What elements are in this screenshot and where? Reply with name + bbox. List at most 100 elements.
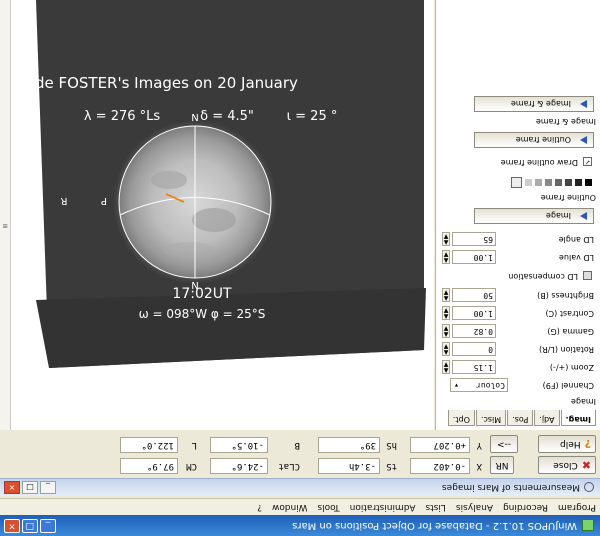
menu-help[interactable]: ? bbox=[257, 502, 262, 512]
y-label: Y bbox=[476, 440, 482, 450]
play-icon bbox=[580, 136, 587, 144]
ld-value-field[interactable]: 1.00 bbox=[452, 250, 496, 264]
clat-field[interactable]: -24.6° bbox=[210, 458, 268, 474]
maximize-button[interactable]: □ bbox=[22, 519, 38, 533]
menu-tools[interactable]: Tools bbox=[317, 502, 339, 512]
rotation-label: Rotation (L/R) bbox=[539, 345, 594, 354]
channel-select[interactable]: Colour ▾ bbox=[450, 378, 508, 392]
nr-button[interactable]: NR bbox=[490, 456, 514, 474]
hs-label: hS bbox=[386, 440, 397, 450]
tab-image[interactable]: Imag. bbox=[560, 410, 596, 426]
b-label: B bbox=[294, 440, 300, 450]
north-label: N bbox=[191, 111, 198, 122]
control-panel: Imag. Adj. Pos. Misc. Opt. Image Channel… bbox=[435, 0, 600, 430]
tab-options[interactable]: Opt. bbox=[447, 410, 475, 426]
measurements-window: Measurements of Mars images _ □ × ✖ Clos… bbox=[0, 0, 600, 496]
surface-marking bbox=[192, 208, 236, 232]
ld-compensation-label: LD compensation bbox=[508, 272, 578, 281]
clat-label: CLat bbox=[278, 461, 300, 471]
window-icon bbox=[584, 482, 594, 493]
app-icon bbox=[582, 519, 594, 532]
image-viewport[interactable]: N N P R 17:02UT ω = 098°W φ = 25°S yde F… bbox=[11, 0, 434, 430]
play-icon bbox=[580, 212, 587, 220]
menu-recording[interactable]: Recording bbox=[503, 502, 548, 512]
ts-field[interactable]: -3.4h bbox=[318, 458, 380, 474]
brightness-spinner[interactable]: ▲ ▼ bbox=[442, 288, 450, 302]
menu-window[interactable]: Window bbox=[272, 502, 308, 512]
lambda-param: λ = 276 °Ls bbox=[84, 109, 161, 124]
swatch-gray-1[interactable] bbox=[575, 179, 582, 186]
gray-swatch-row[interactable] bbox=[472, 176, 592, 188]
time-caption: 17:02UT bbox=[172, 286, 232, 302]
b-field[interactable]: -10.5° bbox=[210, 437, 268, 453]
zoom-field[interactable]: 1.15 bbox=[452, 360, 496, 374]
ld-angle-label: LD angle bbox=[558, 235, 594, 244]
draw-outline-checkbox[interactable]: ✓ bbox=[583, 157, 592, 166]
image-frame-button[interactable]: Image & frame bbox=[474, 96, 594, 112]
rotation-field[interactable]: 0 bbox=[452, 342, 496, 356]
menu-analysis[interactable]: Analysis bbox=[456, 502, 493, 512]
l-field[interactable]: 122.0° bbox=[120, 437, 178, 453]
x-field[interactable]: -0.402 bbox=[410, 458, 470, 474]
gamma-field[interactable]: 0.82 bbox=[452, 324, 496, 338]
menu-program[interactable]: Program bbox=[558, 502, 596, 512]
ld-angle-field[interactable]: 65 bbox=[452, 232, 496, 246]
mars-image-canvas[interactable]: N N P R 17:02UT ω = 098°W φ = 25°S yde F… bbox=[11, 0, 434, 430]
hs-field[interactable]: 39° bbox=[318, 437, 380, 453]
tab-misc[interactable]: Misc. bbox=[475, 410, 507, 426]
gamma-spinner[interactable]: ▲ ▼ bbox=[442, 324, 450, 338]
window-minimize-button[interactable]: _ bbox=[40, 481, 56, 494]
zoom-spinner[interactable]: ▲ ▼ bbox=[442, 360, 450, 374]
window-restore-button[interactable]: □ bbox=[22, 481, 38, 494]
close-window-button[interactable]: × bbox=[4, 519, 20, 533]
omega-caption: ω = 098°W φ = 25°S bbox=[139, 307, 266, 321]
swatch-gray-2[interactable] bbox=[565, 179, 572, 186]
ld-compensation-checkbox[interactable] bbox=[583, 271, 592, 280]
swatch-white[interactable] bbox=[511, 177, 522, 188]
swatch-gray-5[interactable] bbox=[535, 179, 542, 186]
screen: WinJUPOS 10.1.2 - Database for Object Po… bbox=[0, 0, 600, 536]
menu-lists[interactable]: Lists bbox=[425, 502, 445, 512]
help-icon: ? bbox=[584, 437, 591, 451]
cm-label: CM bbox=[186, 461, 197, 471]
close-icon: ✖ bbox=[581, 458, 591, 472]
contrast-spinner[interactable]: ▲ ▼ bbox=[442, 306, 450, 320]
vertical-scrollbar[interactable]: ≡ bbox=[0, 0, 11, 430]
image-frame-group-label: Image & frame bbox=[535, 117, 596, 126]
menu-bar: Program Recording Analysis Lists Adminis… bbox=[0, 498, 600, 515]
app-title: WinJUPOS 10.1.2 - Database for Object Po… bbox=[292, 520, 577, 531]
ts-label: tS bbox=[386, 461, 397, 471]
menu-administration[interactable]: Administration bbox=[350, 502, 416, 512]
help-button[interactable]: ? Help bbox=[538, 435, 596, 453]
cm-field[interactable]: 97.9° bbox=[120, 458, 178, 474]
swatch-black[interactable] bbox=[585, 179, 592, 186]
tab-position[interactable]: Pos. bbox=[507, 410, 534, 426]
swatch-gray-4[interactable] bbox=[545, 179, 552, 186]
x-label: X bbox=[476, 461, 482, 471]
l-label: L bbox=[191, 440, 197, 450]
window-close-button[interactable]: × bbox=[4, 481, 20, 494]
ld-value-spinner[interactable]: ▲ ▼ bbox=[442, 250, 450, 264]
zoom-label: Zoom (+/-) bbox=[549, 363, 594, 372]
minimize-button[interactable]: _ bbox=[40, 519, 56, 533]
brightness-field[interactable]: 50 bbox=[452, 288, 496, 302]
next-button[interactable]: --> bbox=[490, 435, 518, 453]
chevron-down-icon: ▾ bbox=[454, 381, 459, 390]
ld-angle-spinner[interactable]: ▲ ▼ bbox=[442, 232, 450, 246]
swatch-gray-3[interactable] bbox=[555, 179, 562, 186]
swatch-gray-6[interactable] bbox=[525, 179, 532, 186]
outline-group-label: Outline frame bbox=[540, 193, 596, 202]
delta-param: δ = 4.5" bbox=[200, 109, 254, 124]
channel-label: Channel (F9) bbox=[542, 381, 594, 390]
tab-adjust[interactable]: Adj. bbox=[534, 410, 560, 426]
outline-frame-button[interactable]: Outline frame bbox=[474, 132, 594, 148]
close-button[interactable]: ✖ Close bbox=[538, 456, 596, 474]
image-button[interactable]: Image bbox=[474, 208, 594, 224]
y-field[interactable]: +0.207 bbox=[410, 437, 470, 453]
gamma-label: Gamma (G) bbox=[547, 327, 594, 336]
contrast-label: Contrast (C) bbox=[545, 309, 594, 318]
iota-param: ι = 25 ° bbox=[287, 109, 338, 124]
rotation-spinner[interactable]: ▲ ▼ bbox=[442, 342, 450, 356]
contrast-field[interactable]: 1.00 bbox=[452, 306, 496, 320]
scrollbar-grip[interactable]: ≡ bbox=[1, 218, 9, 230]
